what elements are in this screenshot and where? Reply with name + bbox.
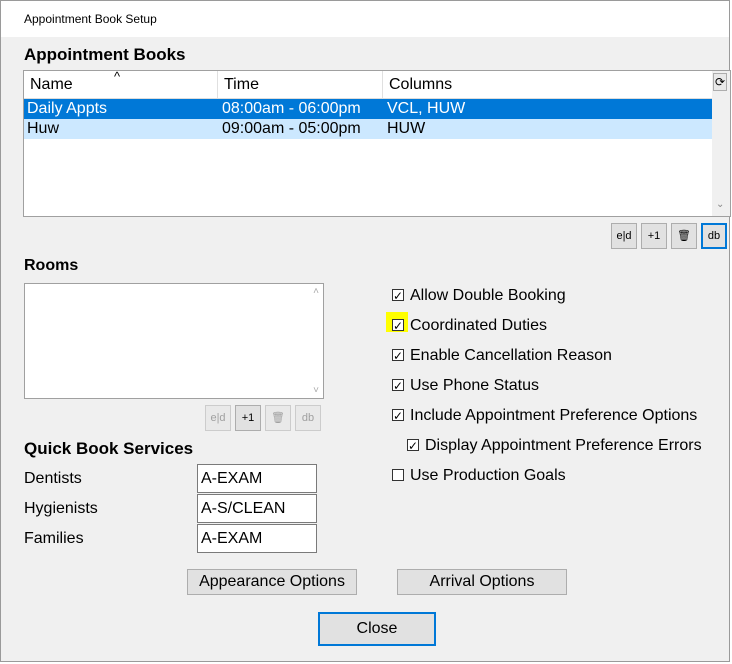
delete-book-icon[interactable]: 🗑 <box>671 223 697 249</box>
column-header-time[interactable]: Time <box>218 71 383 98</box>
scroll-up-icon[interactable]: ˄ <box>313 286 319 297</box>
families-field[interactable]: A-EXAM <box>197 524 317 553</box>
title-bar: Appointment Book Setup <box>1 1 729 37</box>
column-header-name-label: Name <box>30 76 73 93</box>
close-button[interactable]: Close <box>318 612 436 646</box>
sort-ascending-icon: ^ <box>114 69 121 84</box>
refresh-icon[interactable]: ⟳ <box>713 73 727 91</box>
appointment-books-grid[interactable]: Name ^ Time Columns Daily Appts 08:00am … <box>23 69 731 217</box>
checkmark-icon: ✓ <box>393 319 404 333</box>
table-row[interactable]: Daily Appts 08:00am - 06:00pm VCL, HUW <box>24 99 712 119</box>
dentists-field[interactable]: A-EXAM <box>197 464 317 493</box>
row-name-cell: Daily Appts <box>27 100 108 117</box>
checkbox-box: ✓ <box>407 439 419 453</box>
window-title: Appointment Book Setup <box>24 12 157 26</box>
edit-room-button[interactable]: e|d <box>205 405 231 431</box>
edit-book-button[interactable]: e|d <box>611 223 637 249</box>
row-time-cell: 08:00am - 06:00pm <box>222 100 361 117</box>
add-book-button[interactable]: +1 <box>641 223 667 249</box>
add-room-button[interactable]: +1 <box>235 405 261 431</box>
rooms-list[interactable]: ˄ ˅ <box>24 283 324 399</box>
column-header-columns[interactable]: Columns <box>383 71 712 98</box>
checkbox-label: Use Phone Status <box>410 377 539 394</box>
checkmark-icon: ✓ <box>393 409 404 423</box>
checkmark-icon: ✓ <box>393 349 404 363</box>
checkbox-label: Enable Cancellation Reason <box>410 347 612 364</box>
appearance-options-button[interactable]: Appearance Options <box>187 569 357 595</box>
vertical-scrollbar[interactable]: ⟳ ⌄ <box>712 71 730 216</box>
grid-header: Name ^ Time Columns <box>24 69 712 99</box>
checkbox-label: Include Appointment Preference Options <box>410 407 698 424</box>
appointment-books-heading: Appointment Books <box>24 45 186 64</box>
checkbox-label: Coordinated Duties <box>410 317 547 334</box>
rooms-heading: Rooms <box>24 257 79 274</box>
scroll-down-icon[interactable]: ⌄ <box>716 199 724 210</box>
row-time-cell: 09:00am - 05:00pm <box>222 120 361 137</box>
checkbox-box: ✓ <box>392 409 404 423</box>
quick-book-services-heading: Quick Book Services <box>24 439 194 458</box>
scroll-down-icon[interactable]: ˅ <box>313 385 319 396</box>
families-label: Families <box>24 530 84 547</box>
hygienists-field[interactable]: A-S/CLEAN <box>197 494 317 523</box>
checkbox-label: Use Production Goals <box>410 467 566 484</box>
checkbox-box: ✓ <box>392 349 404 363</box>
checkbox-box: ✓ <box>392 319 404 333</box>
checkmark-icon: ✓ <box>393 289 404 303</box>
checkbox-box <box>392 469 404 481</box>
row-name-cell: Huw <box>27 120 60 137</box>
dentists-label: Dentists <box>24 470 82 487</box>
row-columns-cell: VCL, HUW <box>387 100 466 117</box>
hygienists-label: Hygienists <box>24 500 98 517</box>
checkbox-box: ✓ <box>392 379 404 393</box>
checkbox-box: ✓ <box>392 289 404 303</box>
checkbox-label: Allow Double Booking <box>410 287 566 304</box>
row-columns-cell: HUW <box>387 120 426 137</box>
table-row[interactable]: Huw 09:00am - 05:00pm HUW <box>24 119 712 139</box>
checkbox-label: Display Appointment Preference Errors <box>425 437 702 454</box>
checkmark-icon: ✓ <box>408 439 419 453</box>
db-room-button[interactable]: db <box>295 405 321 431</box>
appointment-book-setup-dialog: Appointment Book Setup Appointment Books… <box>0 0 731 662</box>
arrival-options-button[interactable]: Arrival Options <box>397 569 567 595</box>
checkmark-icon: ✓ <box>393 379 404 393</box>
db-book-button[interactable]: db <box>701 223 727 249</box>
delete-room-icon[interactable]: 🗑 <box>265 405 291 431</box>
column-header-name[interactable]: Name ^ <box>24 69 218 98</box>
